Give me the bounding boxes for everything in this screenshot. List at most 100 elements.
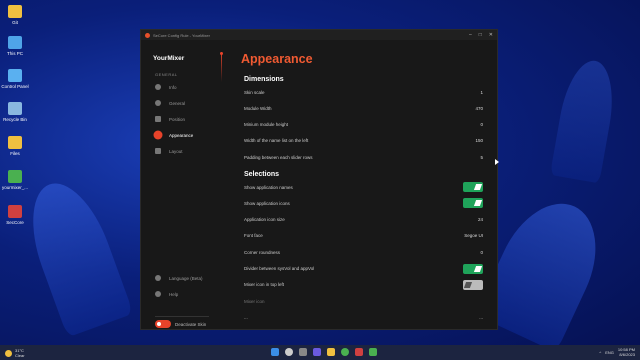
nav-label: Language (Beta) (169, 275, 203, 281)
setting-value[interactable]: 1 (480, 90, 483, 95)
background-leaf (549, 56, 621, 184)
file-explorer-icon[interactable] (327, 348, 335, 356)
setting-value[interactable]: Segoe UI (464, 233, 483, 238)
setting-label: Mixer icon in top left (244, 282, 285, 288)
setting-row: Skin scale 1 (244, 87, 483, 97)
desktop-icon[interactable]: Files (0, 136, 30, 156)
mouse-cursor (495, 159, 499, 165)
nav-item-info[interactable]: Info (155, 84, 177, 90)
computer-icon (8, 36, 22, 49)
task-view-icon[interactable] (299, 348, 307, 356)
layout-icon (155, 148, 161, 154)
page-title: Appearance (241, 52, 313, 66)
setting-label: Divider between sysVol and appVol (244, 266, 315, 271)
nav-item-help[interactable]: Help (155, 291, 178, 297)
weather-desc: Clear (15, 353, 25, 358)
divider (155, 316, 209, 317)
sidebar: YourMixer GENERAL Info General Position … (141, 40, 215, 329)
info-icon (155, 84, 161, 90)
setting-row: Minium module height 0 (244, 120, 483, 130)
search-icon[interactable] (285, 348, 293, 356)
window-title: SeCore Config Rule - YourMixer (153, 32, 210, 38)
desktop-icon[interactable]: Git (0, 5, 30, 25)
clock-date: 8/6/2023 (619, 352, 635, 357)
browser-icon[interactable] (341, 348, 349, 356)
setting-value[interactable]: 5 (480, 155, 483, 160)
setting-value[interactable]: 24 (478, 217, 483, 222)
desktop-icon-label: This PC (6, 51, 23, 56)
setting-label: Corner roundness (244, 249, 281, 255)
nav-label: Position (169, 116, 186, 122)
title-bar: SeCore Config Rule - YourMixer – □ ✕ (141, 30, 497, 40)
taskbar-apps (271, 348, 377, 356)
desktop-icon[interactable]: yourmixer_... (0, 170, 30, 190)
desktop-icon[interactable]: Control Panel (0, 69, 30, 89)
setting-value[interactable]: ... (479, 315, 483, 320)
mixer-icon (8, 170, 22, 183)
setting-value[interactable]: 150 (475, 138, 483, 143)
desktop-icon[interactable]: This PC (0, 36, 30, 56)
taskbar: 31°C Clear ^ ENG 10:58 PM 8/6/2023 (0, 345, 640, 360)
nav-item-appearance[interactable]: Appearance (155, 132, 193, 138)
accent-dot (220, 52, 223, 55)
nav-item-position[interactable]: Position (155, 116, 185, 122)
toggle-switch[interactable] (463, 263, 483, 274)
setting-row: Mixer icon (244, 296, 483, 306)
clock[interactable]: 10:58 PM 8/6/2023 (618, 347, 635, 357)
dimensions-heading: Dimensions (244, 76, 284, 83)
desktop-icon-label: Files (10, 151, 20, 156)
setting-label: Show application names (244, 184, 293, 190)
chat-icon[interactable] (313, 348, 321, 356)
start-icon[interactable] (271, 348, 279, 356)
background-leaf (16, 172, 134, 338)
deactivate-label: Deactivate Skin (175, 321, 207, 327)
moon-icon (5, 349, 12, 357)
app-icon (8, 205, 22, 218)
lang-indicator[interactable]: ENG (605, 350, 614, 355)
setting-value[interactable]: 0 (480, 122, 483, 127)
close-button[interactable]: ✕ (489, 32, 493, 38)
desktop-icon-label: Control Panel (1, 84, 29, 89)
toggle-switch[interactable] (463, 279, 483, 290)
desktop-icon[interactable]: SecCore (0, 205, 30, 225)
setting-row: ...... (244, 312, 483, 322)
nav-item-layout[interactable]: Layout (155, 148, 183, 154)
setting-row: Font face Segoe UI (244, 231, 483, 241)
maximize-button[interactable]: □ (479, 32, 482, 38)
setting-label: Show application icons (244, 200, 290, 206)
app-icon[interactable] (355, 348, 363, 356)
desktop-icon-label: Git (12, 20, 18, 25)
setting-row: Divider between sysVol and appVol (244, 263, 483, 274)
brand-title: YourMixer (153, 55, 185, 62)
deactivate-skin-toggle[interactable]: Deactivate Skin (155, 320, 206, 328)
setting-value[interactable]: 0 (480, 250, 483, 255)
setting-label: Width of the name list on the left (244, 138, 309, 144)
setting-label: Skin scale (244, 89, 265, 95)
chevron-up-icon[interactable]: ^ (599, 350, 601, 355)
section-label: GENERAL (155, 72, 178, 77)
nav-label: Layout (169, 148, 183, 154)
setting-label: Mixer icon (244, 298, 265, 304)
folder-icon (8, 5, 22, 18)
setting-label: Application icon size (244, 217, 285, 223)
setting-value[interactable]: 470 (475, 106, 483, 111)
setting-row: Application icon size 24 (244, 215, 483, 225)
setting-row: Mixer icon in top left (244, 279, 483, 290)
mixer-icon[interactable] (369, 348, 377, 356)
nav-item-language[interactable]: Language (Beta) (155, 275, 203, 281)
weather-widget[interactable]: 31°C Clear (5, 348, 25, 358)
nav-label: Help (169, 291, 179, 297)
desktop-icon[interactable]: Recycle Bin (0, 102, 30, 122)
accent-line (221, 52, 222, 82)
globe-icon (155, 275, 161, 281)
setting-label: Font face (244, 233, 263, 239)
setting-row: Module Width 470 (244, 103, 483, 113)
toggle-switch[interactable] (463, 182, 483, 192)
setting-label: Minium module height (244, 122, 289, 128)
minimize-button[interactable]: – (469, 32, 472, 38)
toggle-switch (155, 320, 171, 328)
selections-heading: Selections (244, 171, 280, 178)
nav-item-general[interactable]: General (155, 100, 185, 106)
setting-row: Padding between each slider rows 5 (244, 152, 483, 162)
toggle-switch[interactable] (463, 198, 483, 209)
